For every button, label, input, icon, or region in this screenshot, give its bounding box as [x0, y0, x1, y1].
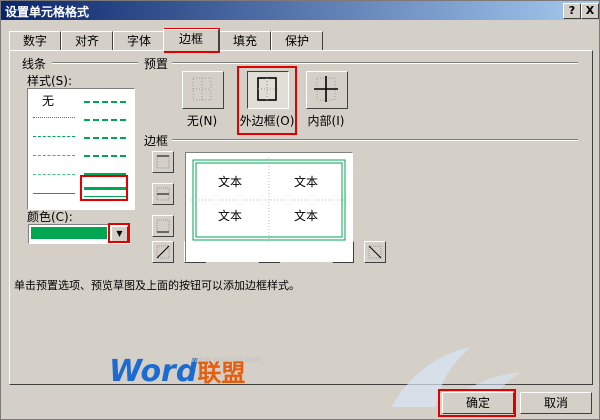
- border-diagonal-up-button[interactable]: [152, 241, 174, 263]
- preview-cell-text: 文本: [294, 209, 319, 223]
- line-style-slanted-dash[interactable]: [84, 119, 126, 121]
- help-button[interactable]: ?: [563, 3, 581, 19]
- watermark-url: www.wordlm.com: [191, 355, 262, 364]
- preview-cell-text: 文本: [218, 175, 243, 189]
- instruction-text: 单击预置选项、预览草图及上面的按钮可以添加边框样式。: [14, 279, 300, 292]
- line-style-thick[interactable]: [84, 187, 126, 190]
- line-style-dash-dot-dot[interactable]: [33, 174, 75, 175]
- preset-inside-button[interactable]: [306, 71, 348, 109]
- line-style-medium[interactable]: [84, 173, 126, 175]
- border-middle-horizontal-icon: [156, 187, 170, 201]
- border-top-icon: [156, 155, 170, 169]
- preset-outline-label: 外边框(O): [239, 114, 295, 128]
- border-preview[interactable]: 文本 文本 文本 文本: [185, 152, 353, 262]
- ok-button[interactable]: 确定: [442, 392, 514, 414]
- preset-none-icon: [192, 77, 212, 101]
- line-style-dotted[interactable]: [33, 117, 75, 118]
- line-group-title: 线条: [22, 57, 47, 71]
- line-style-medium-dashed[interactable]: [84, 155, 126, 157]
- preset-inside-icon: [314, 76, 338, 102]
- preview-cell-text: 文本: [218, 209, 243, 223]
- close-button[interactable]: X: [581, 3, 599, 19]
- border-bottom-button[interactable]: [152, 215, 174, 237]
- cancel-button[interactable]: 取消: [520, 392, 592, 414]
- border-bottom-icon: [156, 219, 170, 233]
- preset-outline-icon: [257, 77, 277, 101]
- color-swatch: [31, 227, 107, 239]
- line-style-medium-dash-dot-dot[interactable]: [84, 101, 126, 103]
- preview-border-lines: [190, 157, 348, 243]
- line-style-double[interactable]: [84, 196, 126, 200]
- preview-cell-text: 文本: [294, 175, 319, 189]
- border-middle-horizontal-button[interactable]: [152, 183, 174, 205]
- preset-none-label: 无(N): [186, 114, 218, 128]
- color-dropdown[interactable]: ▼: [28, 224, 130, 244]
- line-style-dash-dot[interactable]: [33, 155, 75, 156]
- preset-group-title: 预置: [144, 57, 169, 71]
- color-label: 颜色(C):: [27, 210, 73, 224]
- line-group-divider: [52, 62, 138, 64]
- tab-font[interactable]: 字体: [113, 31, 165, 50]
- preset-inside-label: 内部(I): [307, 114, 345, 128]
- diagonal-up-icon: [156, 245, 170, 259]
- tab-alignment[interactable]: 对齐: [61, 31, 113, 50]
- border-tab-panel: 线条 样式(S): 无 颜色(C): ▼ 预置 无(N) 外边框(O) 内部(I…: [9, 50, 593, 385]
- tab-protection[interactable]: 保护: [271, 31, 323, 50]
- style-label: 样式(S):: [27, 74, 73, 88]
- tab-number[interactable]: 数字: [9, 31, 61, 50]
- line-style-thin[interactable]: [33, 193, 75, 194]
- preset-outline-button[interactable]: [247, 71, 289, 109]
- border-diagonal-down-button[interactable]: [364, 241, 386, 263]
- line-style-dashed-thin[interactable]: [33, 136, 75, 137]
- preset-none-button[interactable]: [182, 71, 224, 109]
- preset-group-divider: [172, 62, 578, 64]
- border-top-button[interactable]: [152, 151, 174, 173]
- diagonal-down-icon: [368, 245, 382, 259]
- line-style-medium-dash-dot[interactable]: [84, 137, 126, 139]
- format-cells-dialog: 设置单元格格式 ? X 数字 对齐 字体 边框 填充 保护 线条 样式(S): …: [0, 0, 600, 420]
- tab-border[interactable]: 边框: [163, 29, 219, 51]
- border-group-title: 边框: [144, 134, 169, 148]
- window-title: 设置单元格格式: [5, 5, 90, 19]
- line-style-none[interactable]: 无: [42, 92, 54, 109]
- tab-fill[interactable]: 填充: [219, 31, 271, 50]
- line-style-list[interactable]: 无: [27, 88, 135, 210]
- title-bar: 设置单元格格式 ? X: [1, 1, 599, 20]
- border-group-divider: [172, 139, 578, 141]
- chevron-down-icon[interactable]: ▼: [111, 226, 128, 242]
